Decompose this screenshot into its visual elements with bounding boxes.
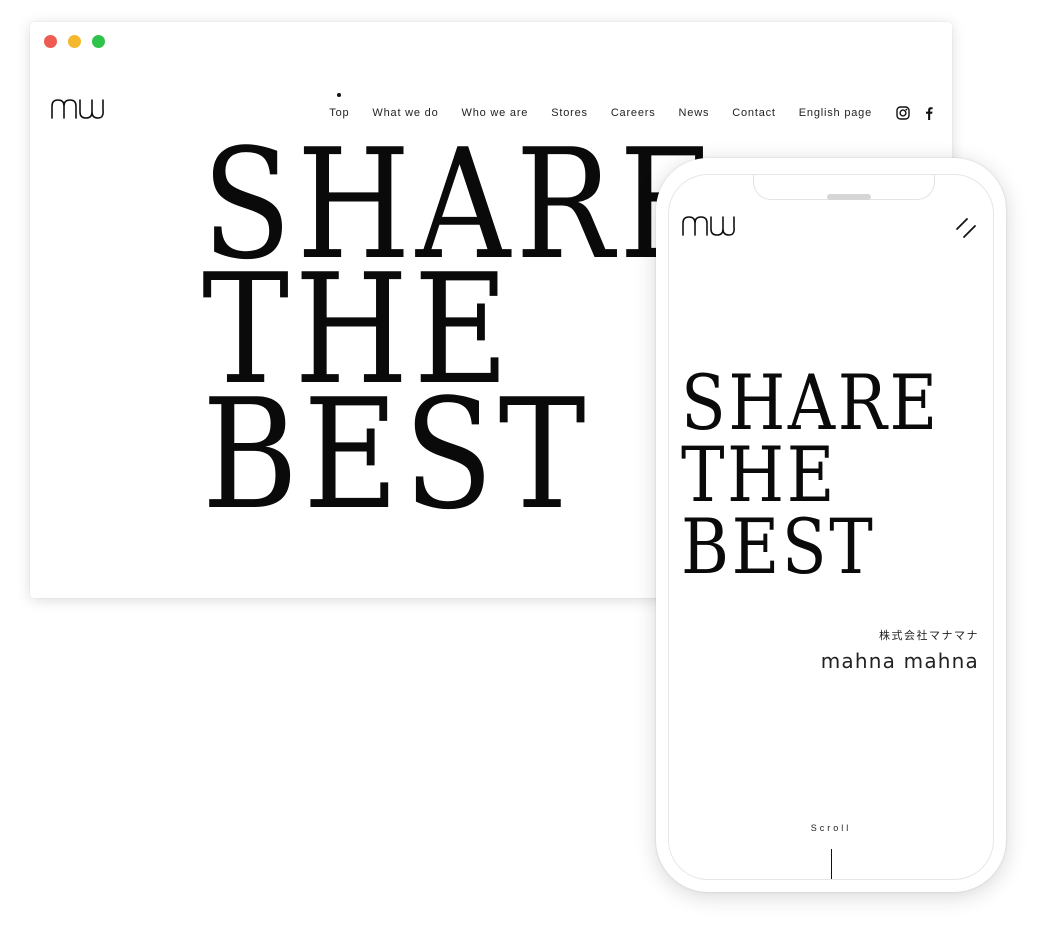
site-logo[interactable] [50, 96, 104, 122]
facebook-icon[interactable] [924, 106, 934, 120]
mobile-hero-line-1: SHARE [681, 358, 940, 447]
mobile-screen: SHARE THE BEST 株式会社マナマナ mahna mahna Scro… [668, 174, 994, 880]
company-name-english: mahna mahna [820, 649, 979, 673]
nav-contact[interactable]: Contact [732, 107, 776, 119]
window-controls [44, 35, 105, 48]
company-name-japanese: 株式会社マナマナ [879, 630, 979, 642]
mobile-site-logo[interactable] [679, 213, 737, 239]
social-links [896, 106, 934, 120]
mw-logo-icon [51, 99, 104, 119]
hero-line-3: BEST [202, 366, 591, 543]
mobile-hero-line-3: BEST [681, 502, 876, 591]
mobile-phone-frame: SHARE THE BEST 株式会社マナマナ mahna mahna Scro… [656, 158, 1006, 892]
minimize-window-dot[interactable] [68, 35, 81, 48]
mobile-hero-line-2: THE [681, 430, 838, 519]
mw-logo-icon [682, 216, 735, 236]
instagram-icon[interactable] [896, 106, 910, 120]
scroll-indicator-line [831, 849, 832, 879]
scroll-indicator-label[interactable]: Scroll [669, 823, 993, 833]
menu-icon[interactable] [955, 217, 977, 239]
mobile-hero-heading: SHARE THE BEST [681, 358, 940, 591]
hero-heading: SHARE THE BEST [202, 129, 720, 543]
close-window-dot[interactable] [44, 35, 57, 48]
nav-english-page[interactable]: English page [799, 107, 872, 119]
phone-speaker [827, 194, 871, 200]
maximize-window-dot[interactable] [92, 35, 105, 48]
